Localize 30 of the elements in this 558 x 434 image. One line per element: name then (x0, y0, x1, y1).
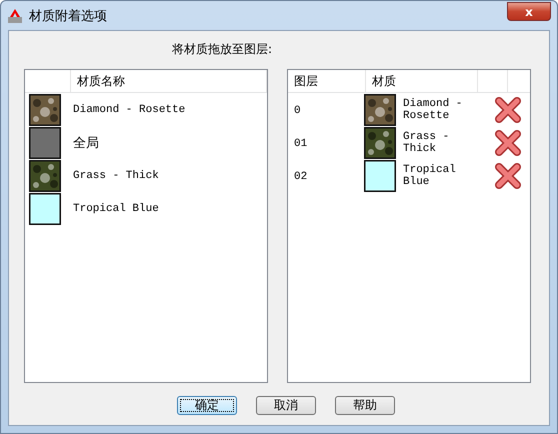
delete-icon[interactable] (494, 128, 522, 156)
column-header[interactable]: 图层 (294, 72, 318, 90)
layer-name: 0 (294, 105, 301, 117)
material-row[interactable]: Diamond - Rosette (25, 93, 267, 126)
close-button[interactable]: x (507, 2, 551, 21)
layer-row[interactable]: 01 Grass - Thick (288, 126, 530, 159)
material-name: Diamond - Rosette (403, 98, 464, 122)
column-header[interactable]: 材质 (372, 72, 396, 90)
material-name: 全局 (73, 134, 99, 152)
column-header[interactable]: 材质名称 (77, 72, 125, 90)
material-row[interactable]: Grass - Thick (25, 159, 267, 192)
delete-icon[interactable] (494, 96, 522, 124)
dialog-button[interactable]: 确定 (177, 396, 237, 415)
material-name: Tropical Blue (403, 164, 457, 188)
material-name: Grass - Thick (73, 170, 159, 182)
layer-row[interactable]: 02 Tropical Blue (288, 159, 530, 192)
layer-name: 02 (294, 171, 308, 183)
dialog-button[interactable]: 帮助 (335, 396, 395, 415)
layer-row[interactable]: 0 Diamond - Rosette (288, 93, 530, 126)
material-row[interactable]: 全局 (25, 126, 267, 159)
material-row[interactable]: Tropical Blue (25, 192, 267, 225)
layer-name: 01 (294, 138, 308, 150)
delete-icon[interactable] (494, 162, 522, 190)
app-icon (7, 8, 23, 24)
instruction-label: 将材质拖放至图层: (172, 41, 274, 58)
dialog-button[interactable]: 取消 (256, 396, 316, 415)
window-title: 材质附着选项 (29, 8, 108, 24)
material-name: Tropical Blue (73, 202, 159, 214)
material-name: Diamond - Rosette (73, 104, 186, 116)
material-name: Grass - Thick (403, 130, 450, 154)
